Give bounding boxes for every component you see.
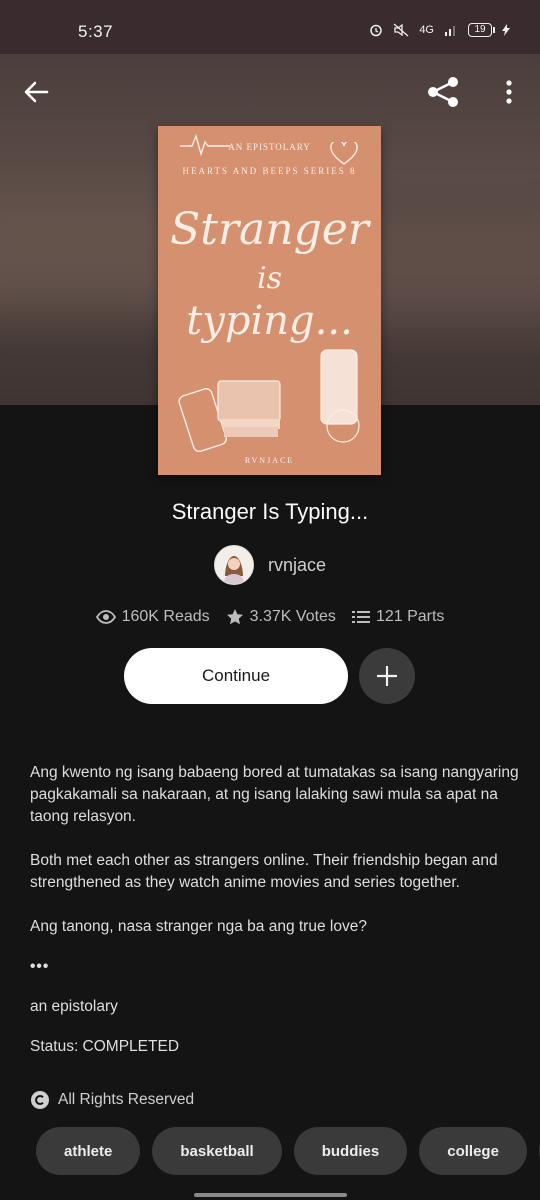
description-paragraph: an epistolary bbox=[30, 998, 118, 1015]
author-avatar[interactable] bbox=[213, 545, 254, 585]
add-to-library-button[interactable] bbox=[359, 648, 415, 704]
more-vertical-icon bbox=[506, 80, 512, 104]
back-arrow-icon bbox=[24, 81, 49, 103]
description-paragraph: Both met each other as strangers online.… bbox=[30, 852, 498, 891]
tag-list: athlete basketball buddies college bbox=[36, 1127, 540, 1175]
description-separator: ••• bbox=[30, 958, 50, 975]
tag-chip[interactable]: college bbox=[419, 1127, 527, 1175]
phone-illustration bbox=[320, 349, 360, 443]
parts-count: 121 Parts bbox=[375, 608, 445, 625]
home-indicator[interactable] bbox=[194, 1193, 347, 1197]
cover-author: RVNJACE bbox=[244, 456, 295, 465]
tag-chip[interactable]: athlete bbox=[36, 1127, 141, 1175]
tag-chip[interactable]: basketball bbox=[152, 1127, 282, 1175]
cover-title-line2: is bbox=[257, 261, 282, 296]
plus-icon bbox=[377, 666, 397, 686]
book-title: Stranger Is Typing... bbox=[171, 499, 369, 524]
author-row[interactable]: rvnjace bbox=[0, 545, 540, 585]
network-label: 4G bbox=[419, 24, 434, 36]
reads-stat: 160K Reads bbox=[95, 608, 210, 626]
tag-chip[interactable]: buddies bbox=[293, 1127, 408, 1175]
description-paragraph: Ang kwento ng isang babaeng bored at tum… bbox=[30, 764, 519, 825]
list-icon bbox=[351, 611, 370, 623]
share-icon bbox=[428, 77, 458, 107]
mute-icon bbox=[393, 23, 409, 37]
description-paragraph: Ang tanong, nasa stranger nga ba ang tru… bbox=[30, 918, 367, 935]
status-text: Status: COMPLETED bbox=[30, 1038, 180, 1055]
heart-icon bbox=[330, 142, 358, 165]
votes-stat: 3.37K Votes bbox=[226, 608, 336, 626]
copyright-label: All Rights Reserved bbox=[58, 1091, 195, 1108]
cover-title-line3: typing... bbox=[186, 298, 353, 344]
book-cover[interactable]: AN EPISTOLARY HEARTS AND BEEPS SERIES 8 … bbox=[158, 126, 381, 475]
book-stats: 160K Reads 3.37K Votes 121 Parts bbox=[0, 608, 540, 626]
status-icons: 4G 19 bbox=[369, 23, 510, 37]
alarm-icon bbox=[370, 24, 383, 37]
avatar-illustration bbox=[214, 546, 253, 584]
continue-button[interactable]: Continue bbox=[124, 648, 348, 704]
heartbeat-icon bbox=[180, 133, 230, 156]
author-name[interactable]: rvnjace bbox=[268, 555, 326, 576]
book-description: Ang kwento ng isang babaeng bored at tum… bbox=[30, 762, 520, 1080]
books-illustration bbox=[178, 380, 281, 453]
battery-icon: 19 bbox=[468, 23, 495, 37]
status-time: 5:37 bbox=[78, 22, 114, 41]
star-icon bbox=[226, 609, 243, 625]
cover-title-line1: Stranger bbox=[170, 204, 369, 255]
share-button[interactable] bbox=[423, 72, 463, 112]
reads-count: 160K Reads bbox=[121, 608, 210, 625]
status-bar: 5:37 4G 19 bbox=[0, 0, 540, 54]
copyright-icon bbox=[31, 1091, 49, 1109]
charging-icon bbox=[502, 24, 510, 36]
more-options-button[interactable] bbox=[489, 72, 529, 112]
eye-icon bbox=[95, 610, 116, 624]
votes-count: 3.37K Votes bbox=[249, 608, 336, 625]
copyright-row: All Rights Reserved bbox=[30, 1090, 194, 1110]
back-button[interactable] bbox=[16, 72, 56, 112]
cover-series: HEARTS AND BEEPS SERIES 8 bbox=[182, 166, 357, 176]
parts-stat: 121 Parts bbox=[351, 608, 445, 626]
signal-icon bbox=[445, 26, 455, 36]
